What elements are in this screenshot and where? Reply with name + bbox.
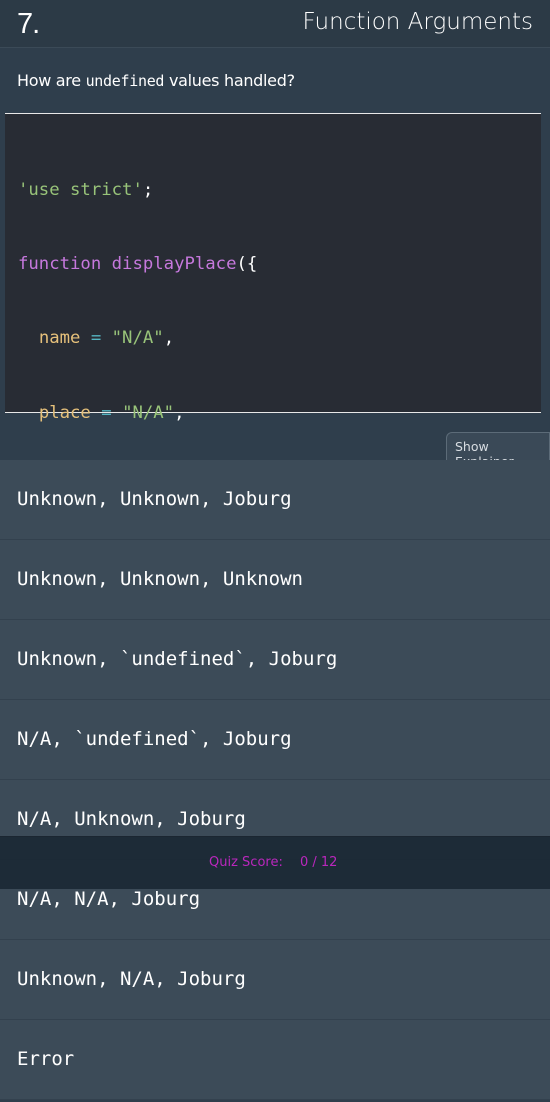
answer-option[interactable]: Error [0,1020,550,1100]
question-text: How are undefined values handled? [17,71,295,90]
code-line: place = "N/A", [38,402,185,423]
quiz-score-bar: Quiz Score: 0 / 12 [0,836,550,889]
answer-option[interactable]: Unknown, N/A, Joburg [0,940,550,1020]
quiz-score-value: 0 / 12 [300,855,338,870]
question-suffix: values handled? [168,71,295,90]
answer-option[interactable]: Unknown, Unknown, Joburg [0,460,550,540]
answer-text: Unknown, `undefined`, Joburg [17,648,338,670]
header: 7. Function Arguments [0,0,550,48]
answer-text: N/A, `undefined`, Joburg [17,728,292,750]
answer-text: Unknown, Unknown, Unknown [17,568,303,590]
question-number: 7. [17,8,40,40]
answer-option[interactable]: Unknown, Unknown, Unknown [0,540,550,620]
answer-text: Error [17,1048,75,1070]
page-title: Function Arguments [302,9,533,35]
answer-text: N/A, N/A, Joburg [17,888,201,910]
question-code: undefined [85,72,165,90]
answer-text: Unknown, N/A, Joburg [17,968,246,990]
answer-option[interactable]: N/A, `undefined`, Joburg [0,700,550,780]
question-prefix: How are [17,71,81,90]
question-area: How are undefined values handled? [0,49,550,111]
code-line: function displayPlace({ [18,253,258,274]
code-line: 'use strict'; [18,179,154,200]
answer-text: N/A, Unknown, Joburg [17,808,246,830]
show-explainer-button[interactable]: Show Explainer [446,432,550,469]
answer-option[interactable]: Unknown, `undefined`, Joburg [0,620,550,700]
code-block: 'use strict'; function displayPlace({ na… [5,113,541,944]
answer-text: Unknown, Unknown, Joburg [17,488,292,510]
answer-list: Unknown, Unknown, Joburg Unknown, Unknow… [0,460,550,1100]
quiz-score-label: Quiz Score: [209,855,283,870]
code-line: name = "N/A", [38,328,175,349]
